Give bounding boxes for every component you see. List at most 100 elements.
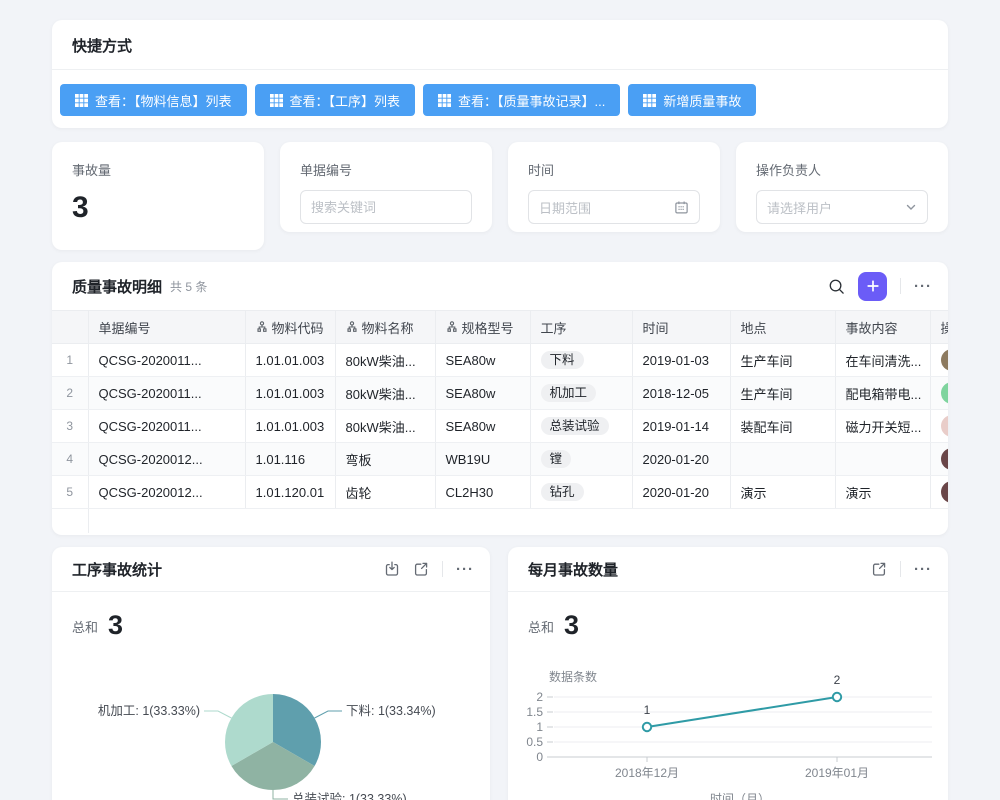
cell-date: 2018-12-05 xyxy=(632,377,730,410)
cell-operator xyxy=(930,377,948,410)
cell-name: 80kW柴油... xyxy=(335,377,435,410)
chevron-down-icon xyxy=(905,201,917,213)
cell-place: 生产车间 xyxy=(730,377,835,410)
open-in-new-icon[interactable] xyxy=(413,561,429,577)
column-header-time[interactable]: 时间 xyxy=(632,311,730,344)
accident-count-value: 3 xyxy=(72,193,244,223)
operator-select[interactable]: 请选择用户 xyxy=(756,190,928,224)
more-options-icon[interactable]: ··· xyxy=(914,279,932,294)
linked-field-icon xyxy=(256,321,268,333)
cell-spec: SEA80w xyxy=(435,377,530,410)
cell-desc: 磁力开关短... xyxy=(835,410,930,443)
accident-count-label: 事故量 xyxy=(72,160,244,179)
cell-name: 齿轮 xyxy=(335,476,435,509)
line-total-value: 3 xyxy=(564,612,579,639)
y-axis-title: 数据条数 xyxy=(549,669,597,684)
operator-label: 操作负责人 xyxy=(756,160,928,179)
search-icon[interactable] xyxy=(828,278,845,295)
table-row[interactable]: 4 QCSG-2020012... 1.01.116 弯板 WB19U 镗 20… xyxy=(52,443,948,476)
cell-desc xyxy=(835,443,930,476)
pie-label-jijiagong: 机加工: 1(33.33%) xyxy=(98,704,200,718)
pie-label-zongzhuang: 总装试验: 1(33.33%) xyxy=(292,791,407,800)
accident-count-card: 事故量 3 xyxy=(52,142,264,250)
pie-leader-line xyxy=(204,711,231,718)
doc-number-filter-card: 单据编号 xyxy=(280,142,492,232)
data-point[interactable] xyxy=(833,693,841,701)
shortcut-label: 新增质量事故 xyxy=(663,91,741,110)
avatar xyxy=(941,415,949,437)
doc-number-search-input[interactable] xyxy=(311,200,441,215)
cell-spec: WB19U xyxy=(435,443,530,476)
y-axis-ticks xyxy=(547,697,553,757)
avatar xyxy=(941,448,949,470)
y-tick-label: 0.5 xyxy=(526,735,543,749)
cell-place: 装配车间 xyxy=(730,410,835,443)
table-row[interactable]: 5 QCSG-2020012... 1.01.120.01 齿轮 CL2H30 … xyxy=(52,476,948,509)
doc-number-label: 单据编号 xyxy=(300,160,472,179)
shortcut-view-material-list-button[interactable]: 查看：【物料信息】列表 xyxy=(60,84,247,116)
cell-code: 1.01.116 xyxy=(245,443,335,476)
column-header-process[interactable]: 工序 xyxy=(530,311,632,344)
export-download-icon[interactable] xyxy=(384,561,400,577)
pie-total-value: 3 xyxy=(108,612,123,639)
more-options-icon[interactable]: ··· xyxy=(456,562,474,577)
date-range-field[interactable]: 日期范围 xyxy=(528,190,700,224)
table-row[interactable]: 2 QCSG-2020011... 1.01.01.003 80kW柴油... … xyxy=(52,377,948,410)
pie-leader-line xyxy=(315,711,342,718)
cell-spec: SEA80w xyxy=(435,410,530,443)
process-accident-stats-card: 工序事故统计 ··· 总和 3 xyxy=(52,547,490,800)
cell-doc: QCSG-2020011... xyxy=(88,344,245,377)
shortcuts-title: 快捷方式 xyxy=(52,20,948,70)
gridlines xyxy=(554,697,932,742)
add-record-button[interactable] xyxy=(858,272,887,301)
column-header-name[interactable]: 物料名称 xyxy=(335,311,435,344)
process-pie-chart[interactable]: 下料: 1(33.34%) 机加工: 1(33.33%) 总装试验: 1(33.… xyxy=(52,647,490,800)
column-header-doc[interactable]: 单据编号 xyxy=(88,311,245,344)
plus-icon xyxy=(866,279,880,293)
cell-operator xyxy=(930,410,948,443)
quality-accident-table: 单据编号 物料代码 物料名称 规格型号 工序 时间 地点 事故内容 操作负责人 … xyxy=(52,310,948,533)
y-tick-label: 2 xyxy=(536,690,543,704)
y-tick-label: 1.5 xyxy=(526,705,543,719)
table-title: 质量事故明细 xyxy=(72,276,162,297)
cell-date: 2020-01-20 xyxy=(632,443,730,476)
table-row[interactable]: 1 QCSG-2020011... 1.01.01.003 80kW柴油... … xyxy=(52,344,948,377)
dashboard-page: 快捷方式 查看：【物料信息】列表 查看：【工序】列表 查看：【质量事故记录】..… xyxy=(0,0,1000,800)
time-label: 时间 xyxy=(528,160,700,179)
more-options-icon[interactable]: ··· xyxy=(914,562,932,577)
process-tag: 镗 xyxy=(541,450,572,469)
calendar-icon xyxy=(674,200,689,215)
open-in-new-icon[interactable] xyxy=(871,561,887,577)
shortcut-add-quality-accident-button[interactable]: 新增质量事故 xyxy=(628,84,756,116)
cell-spec: CL2H30 xyxy=(435,476,530,509)
y-tick-label: 1 xyxy=(536,720,543,734)
pie-chart-title: 工序事故统计 xyxy=(72,559,162,580)
linked-field-icon xyxy=(346,321,358,333)
column-header-place[interactable]: 地点 xyxy=(730,311,835,344)
cell-process: 镗 xyxy=(530,443,632,476)
x-axis-ticks xyxy=(647,757,837,762)
cell-name: 80kW柴油... xyxy=(335,410,435,443)
x-tick-label: 2018年12月 xyxy=(615,766,679,780)
table-header-row: 单据编号 物料代码 物料名称 规格型号 工序 时间 地点 事故内容 操作负责人 xyxy=(52,311,948,344)
doc-number-search-field[interactable] xyxy=(300,190,472,224)
column-header-code[interactable]: 物料代码 xyxy=(245,311,335,344)
avatar xyxy=(941,481,949,503)
column-header-content[interactable]: 事故内容 xyxy=(835,311,930,344)
cell-name: 弯板 xyxy=(335,443,435,476)
data-point-label: 1 xyxy=(644,703,651,717)
shortcut-view-quality-records-button[interactable]: 查看：【质量事故记录】... xyxy=(423,84,620,116)
column-header-operator[interactable]: 操作负责人 xyxy=(930,311,948,344)
monthly-line-chart[interactable]: 数据条数 2 1.5 1 0.5 0 2018年12月 2019年0 xyxy=(508,647,948,800)
cell-spec: SEA80w xyxy=(435,344,530,377)
column-header-spec[interactable]: 规格型号 xyxy=(435,311,530,344)
table-row[interactable]: 3 QCSG-2020011... 1.01.01.003 80kW柴油... … xyxy=(52,410,948,443)
pie-card-header: 工序事故统计 ··· xyxy=(52,547,490,592)
cell-date: 2019-01-03 xyxy=(632,344,730,377)
cell-code: 1.01.01.003 xyxy=(245,410,335,443)
process-tag: 钻孔 xyxy=(541,483,584,502)
shortcut-label: 查看：【物料信息】列表 xyxy=(95,91,232,110)
toolbar-divider xyxy=(442,561,443,577)
data-point[interactable] xyxy=(643,723,651,731)
shortcut-view-process-list-button[interactable]: 查看：【工序】列表 xyxy=(255,84,416,116)
